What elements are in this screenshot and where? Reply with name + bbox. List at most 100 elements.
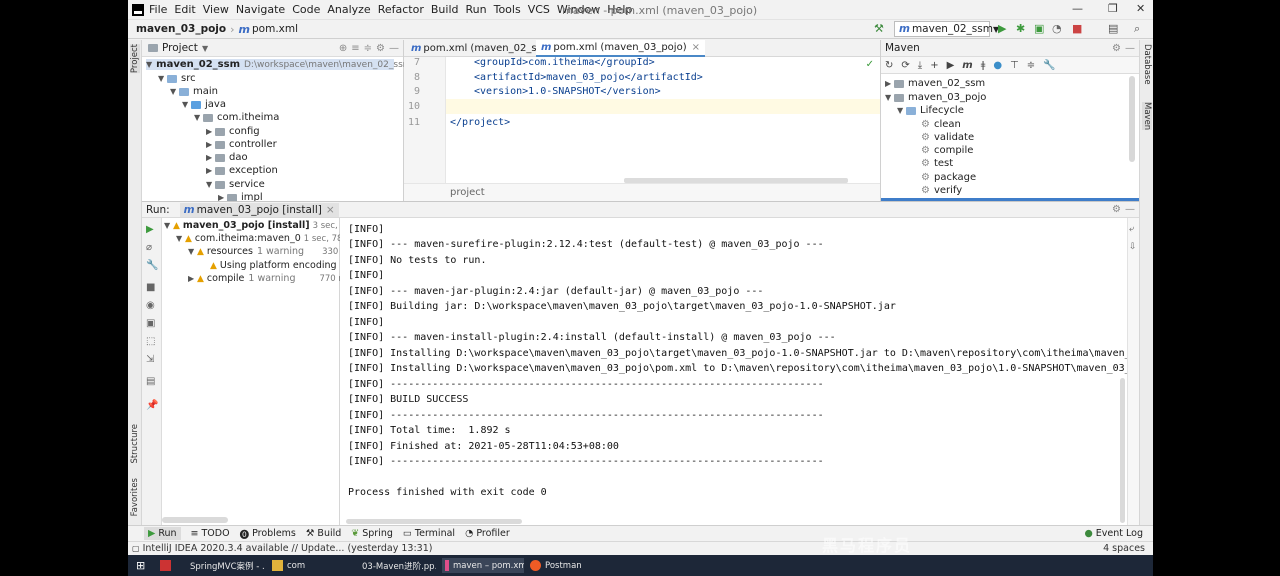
skip-tests-icon[interactable]: ● (993, 60, 1002, 71)
tree-item-com-itheima[interactable]: ▼ com.itheima (194, 112, 279, 123)
rerun-icon[interactable]: ▶ (146, 224, 154, 235)
taskbar-item-intellij[interactable]: maven – pom.xml... (442, 558, 524, 573)
menu-edit[interactable]: Edit (174, 3, 195, 16)
minimize-button[interactable]: — (1072, 2, 1083, 15)
run-config-select[interactable]: m maven_02_ssm ▼ (894, 21, 999, 37)
tab-build[interactable]: ⚒ Build (306, 528, 341, 539)
phase-package[interactable]: ⚙ package (921, 172, 976, 183)
close-tab-icon[interactable]: × (692, 42, 700, 53)
print-icon[interactable]: ▤ (146, 376, 155, 387)
tree-item-exception[interactable]: ▶ exception (206, 165, 278, 176)
maven-project-03[interactable]: ▼ maven_03_pojo (885, 92, 986, 103)
build-tree-resources[interactable]: ▼ ▲ resources 1 warning 330 ms (188, 246, 354, 257)
project-tool-tab[interactable]: Project (130, 44, 140, 74)
run-icon[interactable]: ▶ (998, 22, 1006, 35)
toggle-offline-icon[interactable]: ǂ (981, 60, 986, 71)
tree-item-controller[interactable]: ▶ controller (206, 139, 277, 150)
camera-icon[interactable]: ▣ (146, 318, 155, 329)
reimport-icon[interactable]: ⟳ (901, 60, 909, 71)
locate-icon[interactable]: ⊕ (339, 43, 347, 54)
phase-clean[interactable]: ⚙ clean (921, 119, 961, 130)
soft-wrap-icon[interactable]: ⤶ (1129, 224, 1134, 234)
close-tab-icon[interactable]: × (326, 204, 335, 216)
menu-run[interactable]: Run (466, 3, 487, 16)
maven-lifecycle[interactable]: ▼ Lifecycle (897, 105, 964, 116)
restore-layout-icon[interactable]: ⬚ (146, 336, 155, 347)
hide-panel-icon[interactable]: — (1125, 43, 1135, 54)
tab-spring[interactable]: ❦ Spring (351, 528, 393, 539)
menu-tools[interactable]: Tools (494, 3, 521, 16)
indent-status[interactable]: 4 spaces (1103, 543, 1145, 554)
menu-navigate[interactable]: Navigate (236, 3, 285, 16)
breadcrumb-project[interactable]: maven_03_pojo (136, 23, 226, 35)
tree-item-config[interactable]: ▶ config (206, 126, 260, 137)
execute-goal-icon[interactable]: m (962, 60, 972, 71)
tree-item-java[interactable]: ▼ java (182, 99, 226, 110)
gear-icon[interactable]: ⚙ (1112, 43, 1121, 54)
horizontal-scrollbar[interactable] (162, 517, 228, 523)
wrench-icon[interactable]: 🔧 (1043, 60, 1055, 71)
taskbar-item-explorer[interactable]: com (272, 558, 305, 573)
expand-all-icon[interactable]: ≡ (351, 43, 359, 54)
menu-file[interactable]: File (149, 3, 167, 16)
tab-todo[interactable]: ≡ TODO (191, 528, 230, 539)
vertical-scrollbar[interactable] (1120, 378, 1125, 523)
phase-verify[interactable]: ⚙ verify (921, 185, 962, 196)
phase-validate[interactable]: ⚙ validate (921, 132, 974, 143)
toggle-view-icon[interactable]: ⌀ (146, 242, 152, 253)
menu-vcs[interactable]: VCS (528, 3, 550, 16)
wrench-icon[interactable]: 🔧 (146, 260, 158, 271)
menu-view[interactable]: View (203, 3, 229, 16)
build-tree-encoding-warning[interactable]: ▲ Using platform encoding (U (210, 260, 350, 271)
coverage-icon[interactable]: ▣ (1034, 22, 1044, 35)
tree-root[interactable]: ▼ maven_02_ssm D:\workspace\maven\maven_… (146, 59, 412, 70)
tree-item-service[interactable]: ▼ service (206, 179, 265, 190)
profile-icon[interactable]: ◔ (1052, 22, 1062, 35)
project-view-title[interactable]: Project (162, 42, 198, 54)
download-icon[interactable]: ⤓ (918, 60, 922, 71)
chevron-down-icon[interactable]: ▼ (202, 44, 208, 53)
phase-compile[interactable]: ⚙ compile (921, 145, 973, 156)
tree-item-main[interactable]: ▼ main (170, 86, 218, 97)
favorites-tool-tab[interactable]: Favorites (130, 478, 140, 516)
breadcrumb-file[interactable]: pom.xml (252, 23, 298, 35)
taskbar-item-postman[interactable]: Postman (530, 558, 582, 573)
build-tree-module[interactable]: ▼ ▲ com.itheima:maven_0 1 sec, 788 ms (176, 233, 363, 244)
database-tool-tab[interactable]: Database (1142, 44, 1152, 85)
export-icon[interactable]: ⇲ (146, 354, 154, 365)
tab-pom-maven-03-pojo[interactable]: m pom.xml (maven_03_pojo) × (536, 40, 705, 57)
update-notification[interactable]: IntelliJ IDEA 2020.3.4 available // Upda… (143, 543, 433, 554)
structure-tool-tab[interactable]: Structure (130, 424, 140, 464)
vertical-scrollbar[interactable] (1129, 76, 1135, 162)
hide-panel-icon[interactable]: — (389, 43, 399, 54)
tree-item-src[interactable]: ▼ src (158, 73, 196, 84)
tab-run[interactable]: ▶ Run (144, 527, 181, 540)
hide-panel-icon[interactable]: — (1125, 204, 1135, 215)
event-log-button[interactable]: ● Event Log (1085, 528, 1144, 539)
run-tab[interactable]: m maven_03_pojo [install] × (179, 202, 339, 217)
phase-test[interactable]: ⚙ test (921, 158, 953, 169)
maven-project-02[interactable]: ▶ maven_02_ssm (885, 78, 985, 89)
close-window-button[interactable]: ✕ (1136, 2, 1145, 15)
add-icon[interactable]: + (930, 60, 938, 71)
restore-button[interactable]: ❐ (1108, 2, 1118, 15)
build-hammer-icon[interactable]: ⚒ (874, 22, 884, 35)
show-dependencies-icon[interactable]: ⊤ (1010, 60, 1019, 71)
collapse-all-icon[interactable]: ≑ (364, 43, 372, 54)
menu-analyze[interactable]: Analyze (327, 3, 370, 16)
start-button[interactable]: ⊞ (136, 558, 145, 573)
project-structure-icon[interactable]: ▤ (1108, 22, 1118, 35)
show-icon[interactable]: ◉ (146, 300, 155, 311)
tab-terminal[interactable]: ▭ Terminal (403, 528, 455, 539)
stop-icon[interactable]: ■ (1072, 22, 1082, 35)
gear-icon[interactable]: ⚙ (376, 43, 385, 54)
debug-icon[interactable]: ✱ (1016, 22, 1025, 35)
tab-problems[interactable]: ⓿ Problems (240, 527, 296, 541)
build-tree-compile[interactable]: ▶ ▲ compile 1 warning 770 ms (188, 273, 351, 284)
taskbar-item-powerpoint[interactable]: 03-Maven进阶.pp... (358, 558, 436, 573)
search-everywhere-icon[interactable]: ⌕ (1134, 22, 1140, 36)
code-editor[interactable]: 7 8 9 10 11 <groupId>com.itheima</groupI… (404, 57, 880, 201)
scroll-to-end-icon[interactable]: ⇩ (1129, 242, 1137, 252)
reload-icon[interactable]: ↻ (885, 60, 893, 71)
stop-icon[interactable]: ■ (146, 282, 155, 293)
